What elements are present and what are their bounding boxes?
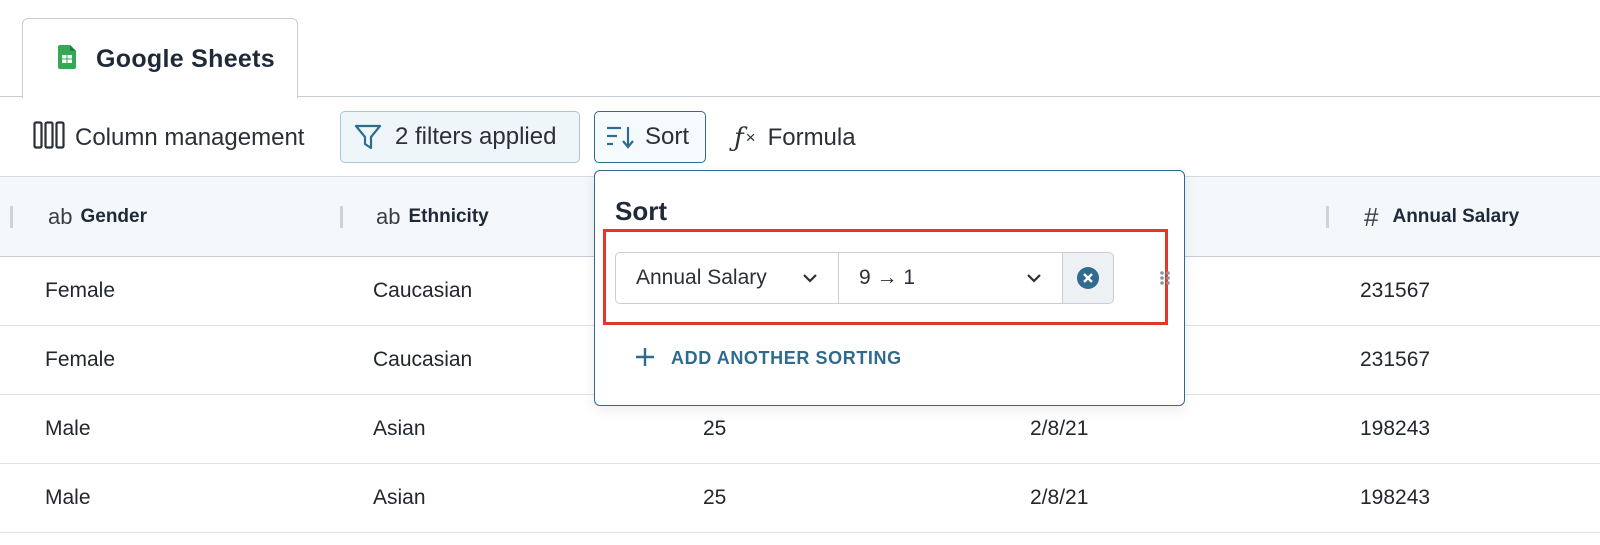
text-type-icon: ab [48, 204, 73, 229]
cell-gender: Female [45, 279, 116, 302]
cell-annual-salary: 231567 [1360, 348, 1431, 371]
cell-age: 25 [703, 417, 727, 440]
sort-order-select[interactable]: 9 → 1 [838, 252, 1063, 304]
cell-gender: Female [45, 348, 116, 371]
number-type-icon: # [1364, 201, 1379, 232]
chevron-down-icon [1027, 274, 1041, 283]
column-name: Ethnicity [408, 206, 489, 227]
text-type-icon: ab [376, 204, 401, 229]
tab-strip: Google Sheets [0, 0, 1600, 98]
google-sheets-icon [58, 45, 76, 69]
cell-gender: Male [45, 417, 91, 440]
formula-button[interactable]: ƒ × Formula [734, 122, 856, 154]
table-row[interactable]: Male Asian 25 2/8/21 198243 [0, 464, 1600, 533]
column-management-label: Column management [75, 124, 305, 151]
columns-icon [33, 120, 65, 156]
filter-icon [354, 124, 382, 150]
cell-age: 25 [703, 486, 727, 509]
sort-popover-title: Sort [615, 196, 667, 226]
column-separator [10, 206, 13, 228]
plus-icon [635, 343, 655, 373]
sort-order-value: 9 → 1 [859, 266, 916, 289]
formula-x-glyph: × [745, 128, 756, 147]
sort-popover: Sort Annual Salary 9 → 1 ADD ANOTHER SOR… [594, 170, 1185, 406]
toolbar: Column management 2 filters applied Sort… [0, 97, 1600, 175]
column-header-ethnicity[interactable]: ab Ethnicity [340, 177, 489, 257]
cell-ethnicity: Caucasian [373, 279, 473, 302]
formula-label: Formula [767, 124, 856, 151]
column-name: Gender [80, 206, 148, 227]
column-separator [1326, 206, 1329, 228]
cell-ethnicity: Asian [373, 486, 426, 509]
column-separator [340, 206, 343, 228]
chevron-down-icon [803, 274, 817, 283]
drag-handle-icon[interactable] [1159, 270, 1171, 291]
formula-icon: ƒ [734, 123, 744, 153]
filters-label: 2 filters applied [395, 123, 557, 150]
column-name: Annual Salary [1392, 206, 1520, 227]
tab-label: Google Sheets [96, 45, 275, 73]
sort-field-select[interactable]: Annual Salary [615, 252, 839, 304]
column-management-button[interactable]: Column management [33, 120, 305, 156]
sort-field-value: Annual Salary [636, 266, 767, 289]
cell-date: 2/8/21 [1030, 486, 1089, 509]
add-another-sorting-label: ADD ANOTHER SORTING [671, 347, 902, 368]
cell-annual-salary: 198243 [1360, 417, 1431, 440]
sort-label: Sort [645, 123, 690, 150]
remove-sort-button[interactable] [1062, 252, 1114, 304]
filters-button[interactable]: 2 filters applied [340, 111, 580, 163]
sort-icon [607, 126, 634, 149]
cell-annual-salary: 198243 [1360, 486, 1431, 509]
sort-button[interactable]: Sort [594, 111, 706, 163]
tab-google-sheets[interactable]: Google Sheets [22, 18, 298, 98]
cell-annual-salary: 231567 [1360, 279, 1431, 302]
close-circle-icon [1077, 267, 1099, 289]
add-another-sorting-button[interactable]: ADD ANOTHER SORTING [635, 343, 902, 373]
cell-ethnicity: Asian [373, 417, 426, 440]
cell-ethnicity: Caucasian [373, 348, 473, 371]
column-header-gender[interactable]: ab Gender [10, 177, 147, 257]
column-header-annual-salary[interactable]: # Annual Salary [1326, 177, 1519, 257]
cell-date: 2/8/21 [1030, 417, 1089, 440]
cell-gender: Male [45, 486, 91, 509]
